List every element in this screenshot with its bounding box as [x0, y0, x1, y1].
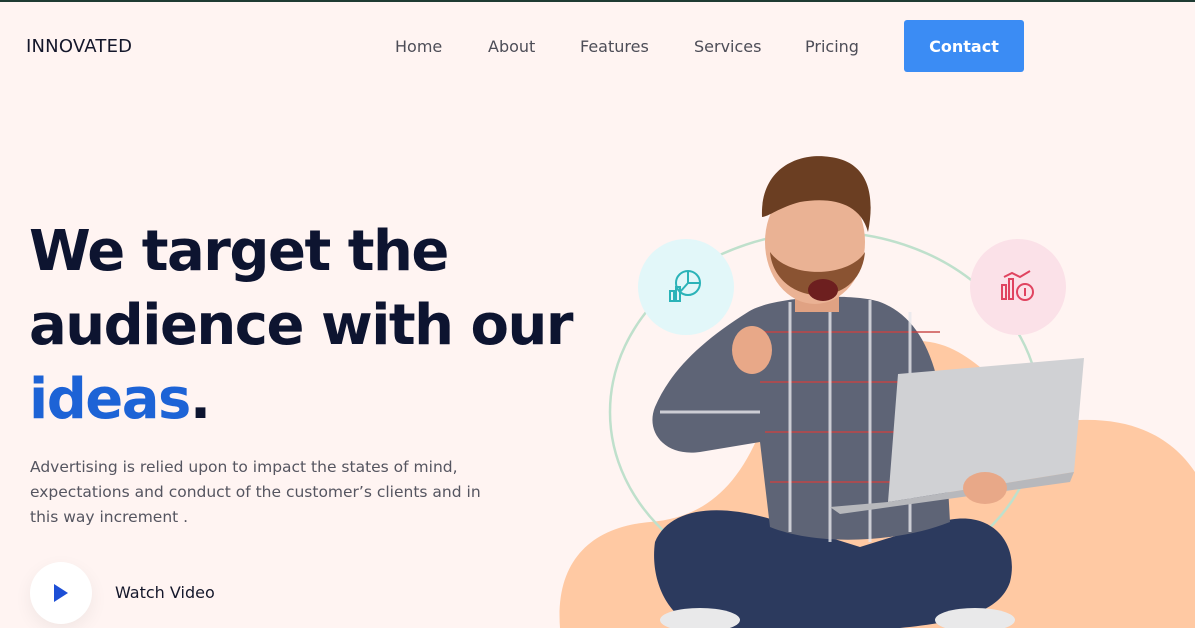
- growth-badge: [970, 239, 1066, 335]
- contact-button[interactable]: Contact: [904, 20, 1024, 72]
- person-hand: [732, 326, 772, 374]
- headline-period: .: [189, 367, 211, 432]
- hero-headline: We target the audience with our ideas.: [29, 215, 573, 437]
- growth-chart-icon: [1001, 270, 1034, 301]
- watch-video-link[interactable]: Watch Video: [115, 583, 215, 602]
- brand-logo[interactable]: INNOVATED: [26, 36, 132, 57]
- person-mouth: [808, 279, 838, 301]
- person-hand: [963, 472, 1007, 504]
- headline-line-2: audience with our: [29, 293, 573, 358]
- headline-line-1: We target the: [29, 219, 449, 284]
- nav-item-home[interactable]: Home: [395, 37, 442, 56]
- play-video-button[interactable]: [30, 562, 92, 624]
- analytics-badge: [638, 239, 734, 335]
- hero-illustration: [559, 156, 1195, 628]
- nav-item-pricing[interactable]: Pricing: [805, 37, 859, 56]
- headline-accent: ideas: [29, 367, 191, 432]
- pie-chart-icon: [669, 270, 701, 302]
- nav-item-services[interactable]: Services: [694, 37, 761, 56]
- nav-item-features[interactable]: Features: [580, 37, 649, 56]
- hero-description: Advertising is relied upon to impact the…: [30, 458, 481, 526]
- nav-item-about[interactable]: About: [488, 37, 535, 56]
